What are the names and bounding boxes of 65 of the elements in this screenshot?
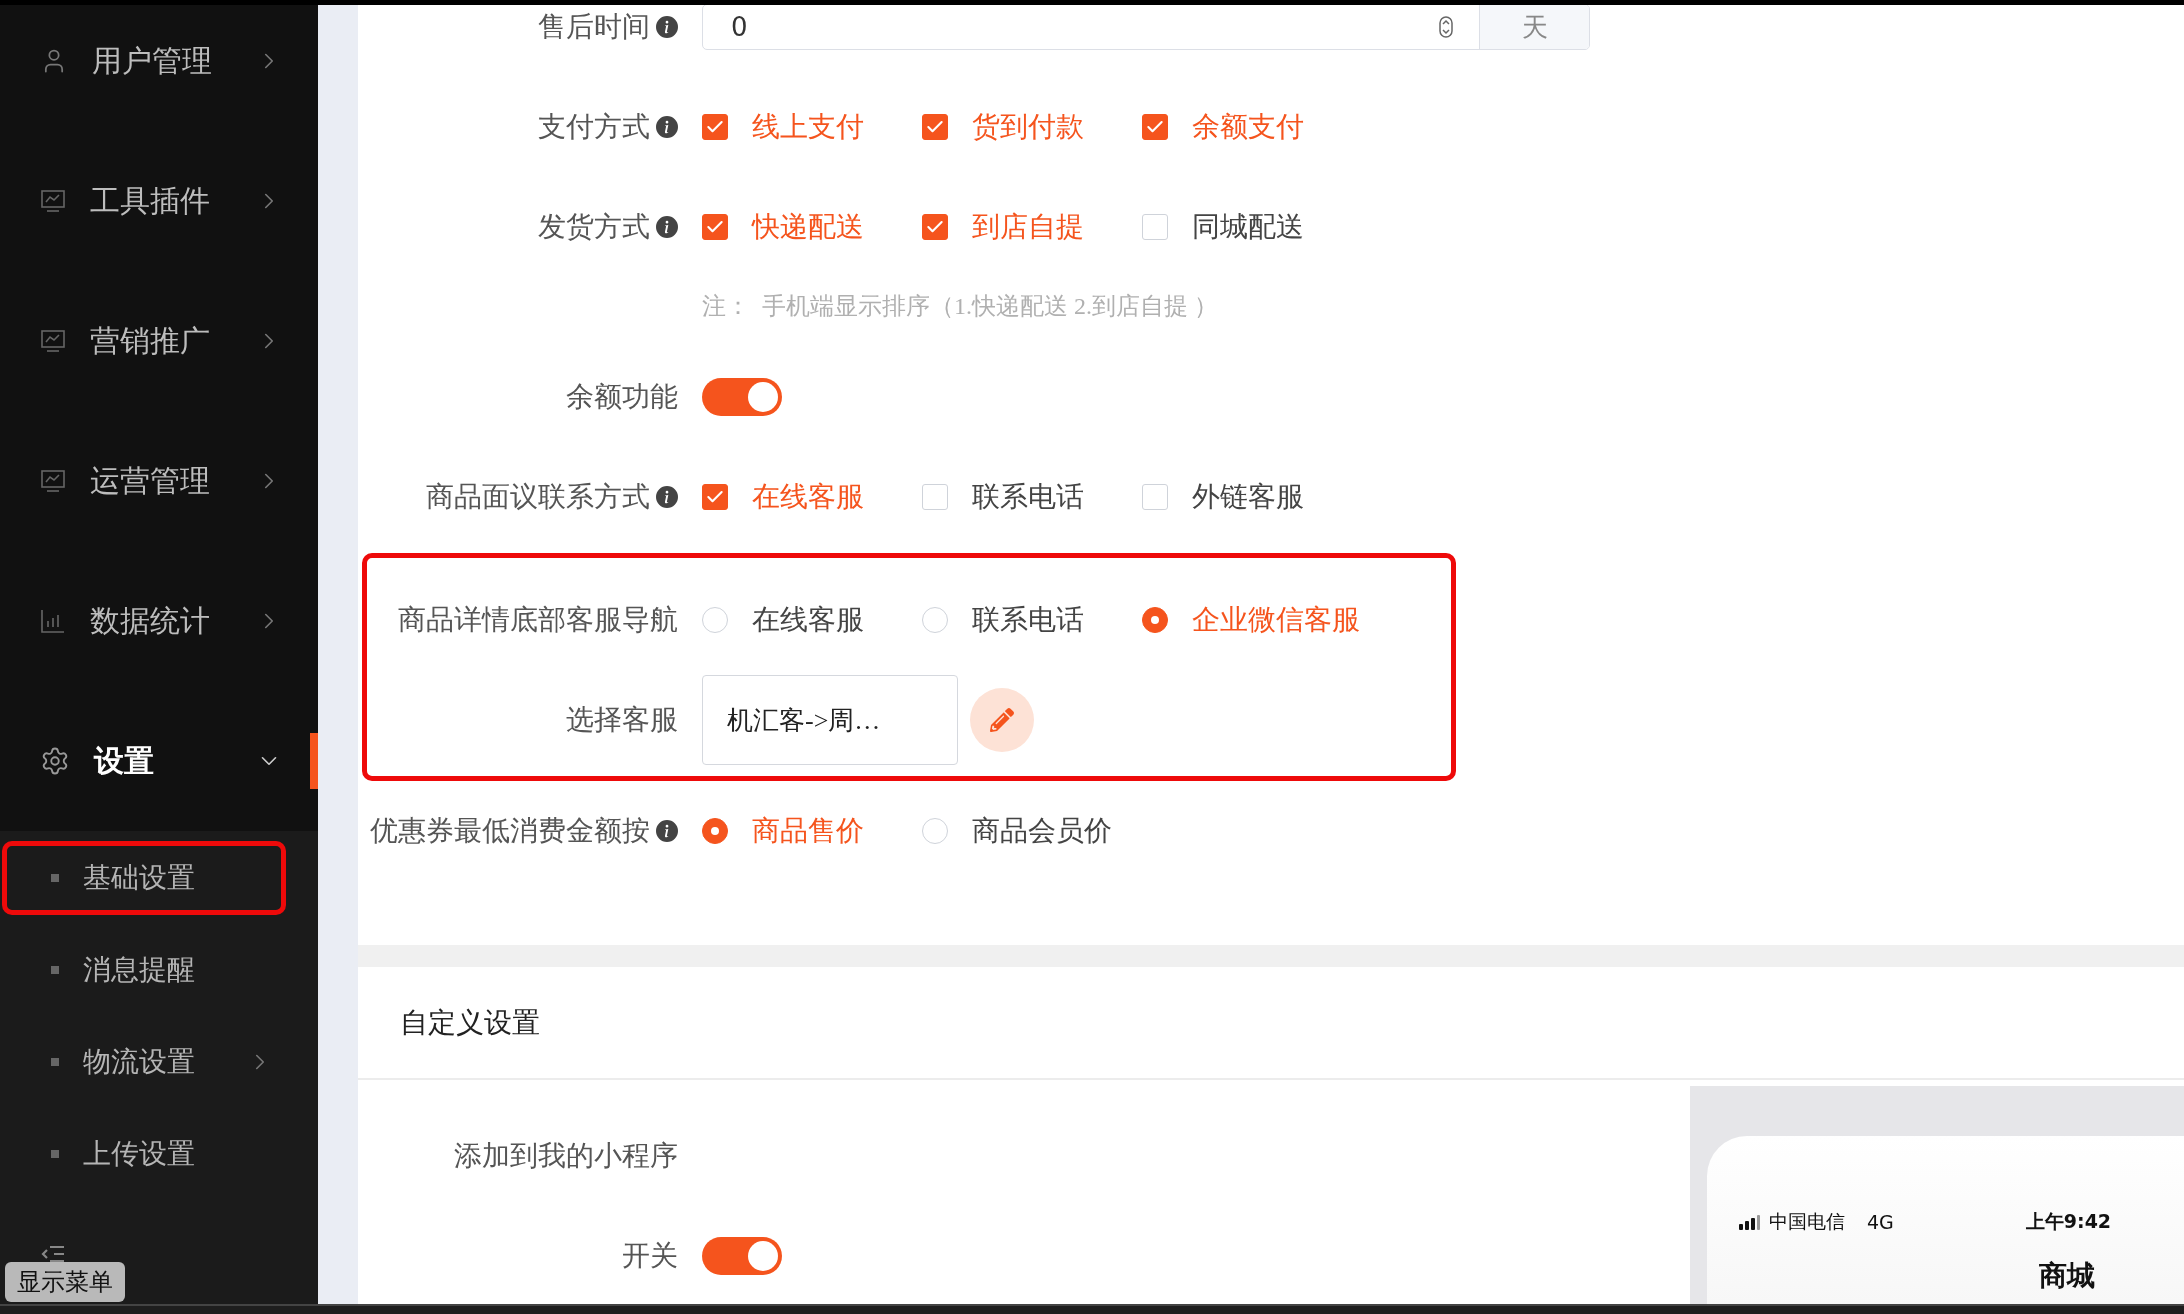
bar-chart-icon	[40, 608, 66, 634]
toggle-switch[interactable]	[702, 1237, 782, 1275]
field-label: 商品面议联系方式	[426, 480, 650, 514]
carrier-text: 中国电信	[1769, 1209, 1845, 1234]
field-label: 支付方式	[538, 110, 650, 144]
radio-button[interactable]	[702, 818, 728, 844]
bullet-icon	[51, 966, 59, 974]
section-title: 自定义设置	[400, 1005, 540, 1040]
info-icon[interactable]	[656, 486, 678, 508]
field-label: 发货方式	[538, 210, 650, 244]
submenu-item[interactable]: 消息提醒	[2, 933, 286, 1007]
field-label: 优惠券最低消费金额按	[370, 814, 650, 848]
tooltip: 显示菜单	[5, 1262, 125, 1302]
radio-label[interactable]: 在线客服	[752, 601, 864, 639]
info-icon[interactable]	[656, 16, 678, 38]
info-icon[interactable]	[656, 216, 678, 238]
page-title: 商城	[2039, 1258, 2095, 1294]
field-label: 商品详情底部客服导航	[398, 603, 678, 637]
sidebar-item[interactable]: 数据统计	[0, 551, 318, 691]
checkbox[interactable]	[1142, 114, 1168, 140]
unit-addon: 天	[1479, 5, 1589, 49]
collapse-menu-icon[interactable]	[40, 1244, 66, 1264]
checkbox-label[interactable]: 联系电话	[972, 478, 1084, 516]
bullet-icon	[51, 1058, 59, 1066]
checkbox[interactable]	[922, 114, 948, 140]
radio-label[interactable]: 联系电话	[972, 601, 1084, 639]
spinner-icon[interactable]	[1439, 16, 1453, 38]
bullet-icon	[51, 874, 59, 882]
field-label: 售后时间	[538, 10, 650, 44]
active-indicator	[310, 733, 318, 789]
info-icon[interactable]	[656, 820, 678, 842]
bullet-icon	[51, 1150, 59, 1158]
signal-icon	[1739, 1214, 1763, 1230]
network-text: 4G	[1867, 1211, 1894, 1233]
clock-text: 上午9:42	[2025, 1209, 2112, 1234]
checkbox[interactable]	[922, 214, 948, 240]
radio-label[interactable]: 商品会员价	[972, 812, 1112, 850]
info-icon[interactable]	[656, 116, 678, 138]
submenu-item[interactable]: 基础设置	[2, 841, 286, 915]
sidebar-item[interactable]: 用户管理	[0, 5, 318, 131]
field-label: 添加到我的小程序	[454, 1139, 678, 1173]
submenu-item[interactable]: 上传设置	[2, 1117, 286, 1191]
pencil-icon	[990, 708, 1014, 732]
field-label: 开关	[622, 1239, 678, 1273]
sidebar-item[interactable]: 营销推广	[0, 271, 318, 411]
checkbox[interactable]	[702, 484, 728, 510]
hint-text: 注： 手机端显示排序（1.快递配送 2.到店自提 ）	[702, 292, 1218, 321]
sidebar-item[interactable]: 工具插件	[0, 131, 318, 271]
checkbox[interactable]	[702, 214, 728, 240]
chart-monitor-icon	[40, 468, 66, 494]
sidebar-item[interactable]: 运营管理	[0, 411, 318, 551]
service-select-field[interactable]: 机汇客->周…	[702, 675, 958, 765]
chart-monitor-icon	[40, 188, 66, 214]
field-label: 选择客服	[566, 703, 678, 737]
toggle-switch[interactable]	[702, 378, 782, 416]
chart-monitor-icon	[40, 328, 66, 354]
field-label: 余额功能	[566, 380, 678, 414]
submenu-item[interactable]: 物流设置	[2, 1025, 286, 1099]
settings-icon	[40, 746, 70, 776]
radio-button[interactable]	[1142, 607, 1168, 633]
checkbox-label[interactable]: 同城配送	[1192, 208, 1304, 246]
checkbox[interactable]	[702, 114, 728, 140]
sidebar-item[interactable]: 设置	[0, 691, 318, 831]
number-input-field[interactable]: 0 天	[702, 5, 1590, 50]
checkbox-label[interactable]: 外链客服	[1192, 478, 1304, 516]
